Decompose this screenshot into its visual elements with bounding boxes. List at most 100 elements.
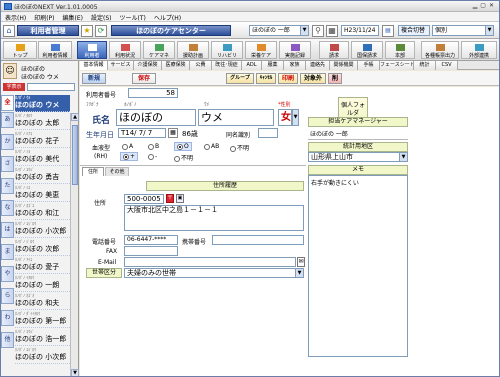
rh-option-unknown[interactable]: 不明	[174, 153, 193, 162]
nav-user-info-button[interactable]: 利用者情報	[38, 41, 72, 59]
nav-billing-button[interactable]: 請求	[319, 41, 349, 59]
menu-edit[interactable]: 編集(E)	[59, 12, 87, 22]
kana-tab-ya[interactable]: や	[1, 266, 14, 282]
refresh-icon[interactable]: ⟳	[95, 25, 107, 37]
zip-code-field[interactable]: 500-0005	[124, 194, 164, 204]
kana-tab-a[interactable]: あ	[1, 112, 14, 128]
tab-address[interactable]: 住所	[82, 167, 104, 176]
kana-tab-wa[interactable]: わ	[1, 310, 14, 326]
window-controls[interactable]: ▁▢✕	[473, 2, 497, 9]
kana-tab-ha[interactable]: は	[1, 222, 14, 238]
address-history-button[interactable]: 住所履歴	[146, 181, 304, 191]
user-number-field[interactable]: 58	[128, 88, 178, 98]
kana-tab-ma[interactable]: ま	[1, 244, 14, 260]
cancel-button[interactable]: ｷｬﾝｾﾙ	[256, 73, 276, 84]
tab-medical-insurance[interactable]: 医療保険	[162, 61, 190, 70]
given-name-field[interactable]: ウメ	[198, 109, 274, 126]
delete-button[interactable]: 削	[328, 73, 342, 84]
calendar-icon[interactable]: ▦	[326, 25, 338, 37]
nav-record-button[interactable]: 実施記録	[279, 41, 311, 59]
resident-row[interactable]: ﾎﾉﾎﾞﾉ ｺｼﾞﾛｳ ほのぼの 小次郎	[15, 221, 70, 238]
kana-tab-ra[interactable]: ら	[1, 288, 14, 304]
tab-adl[interactable]: ADL	[242, 61, 262, 70]
kana-tab-sa[interactable]: さ	[1, 156, 14, 172]
tab-service[interactable]: サービス	[108, 61, 134, 70]
tab-basic-info[interactable]: 基本情報	[80, 61, 108, 70]
same-name-field[interactable]	[258, 128, 278, 138]
tab-public-expense[interactable]: 公費	[190, 61, 212, 70]
resident-row[interactable]: ﾎﾉﾎﾞﾉ ｲﾁﾛｳ ほのぼの 一朗	[15, 275, 70, 292]
tab-handbook[interactable]: 手帳	[358, 61, 380, 70]
resident-row[interactable]: ﾎﾉﾎﾞﾉ ﾕｳｼﾞ ほのぼの 勇吉	[15, 167, 70, 184]
resident-row[interactable]: ﾎﾉﾎﾞﾉ ﾐﾖ ほのぼの 美代	[15, 149, 70, 166]
blood-option-ab[interactable]: AB	[204, 143, 219, 150]
scroll-down-icon[interactable]: ▼	[71, 369, 79, 376]
blood-option-unknown[interactable]: 不明	[230, 143, 249, 152]
zip-search-icon[interactable]: 〒	[166, 194, 174, 203]
menu-help[interactable]: ヘルプ(H)	[150, 12, 185, 22]
nav-rehab-button[interactable]: リハビリ	[211, 41, 243, 59]
mail-icon[interactable]: ✉	[297, 257, 305, 267]
star-icon[interactable]: ★	[81, 25, 93, 37]
menu-tools[interactable]: ツール(T)	[116, 12, 150, 22]
nav-top-button[interactable]: トップ	[3, 41, 37, 59]
group-button[interactable]: グループ	[226, 73, 254, 84]
rh-option-minus[interactable]: -	[148, 153, 157, 160]
tab-csv[interactable]: CSV	[436, 61, 458, 70]
kana-tab-ka[interactable]: か	[1, 134, 14, 150]
resident-search-input[interactable]	[27, 83, 75, 91]
save-button[interactable]: 保存	[132, 73, 156, 84]
tab-related-org[interactable]: 関係機関	[330, 61, 358, 70]
nav-national-billing-button[interactable]: 国保請求	[351, 41, 383, 59]
resident-row[interactable]: ﾎﾉﾎﾞﾉ ｶｽﾞｵ ほのぼの 和夫	[15, 293, 70, 310]
resident-row[interactable]: ﾎﾉﾎﾞﾉ ｶｽﾞｴ ほのぼの 和江	[15, 203, 70, 220]
fax-field[interactable]	[124, 246, 178, 256]
resident-row[interactable]: ﾎﾉﾎﾞﾉ ﾀﾞｲｲﾁﾛｳ ほのぼの 第一郎	[15, 311, 70, 328]
nav-headquarters-button[interactable]: 本部	[385, 41, 415, 59]
tab-care-insurance[interactable]: 介護保険	[134, 61, 162, 70]
mobile-field[interactable]	[212, 235, 304, 245]
region-select[interactable]: 山形県上山市 ▼	[308, 152, 408, 162]
email-field[interactable]	[124, 257, 296, 267]
nav-external-button[interactable]: 外部連携	[461, 41, 497, 59]
display-badge[interactable]: 字表示	[3, 83, 25, 91]
home-icon[interactable]: ⌂	[3, 25, 15, 37]
blood-option-o[interactable]: O	[174, 142, 192, 151]
staff-select[interactable]: ほのぼの 一郎 ▼	[249, 25, 309, 36]
kana-tab-all[interactable]: 全	[1, 95, 14, 111]
date-field[interactable]: H23/11/24	[341, 25, 379, 36]
scroll-up-icon[interactable]: ▲	[71, 113, 79, 121]
nav-usage-button[interactable]: 利用状況	[109, 41, 141, 59]
household-select[interactable]: 夫婦のみの世帯 ▼	[124, 268, 304, 278]
kana-tab-other[interactable]: 他	[1, 332, 14, 348]
map-icon[interactable]: ▣	[176, 194, 184, 203]
kana-tab-ta[interactable]: た	[1, 178, 14, 194]
date-picker-icon[interactable]: ▤	[382, 25, 394, 37]
nav-caremanager-button[interactable]: ケアマネ	[143, 41, 175, 59]
birth-date-field[interactable]: T14/ 7/ 7	[118, 128, 166, 138]
resident-list-scrollbar[interactable]: ▲ ▼	[70, 113, 79, 376]
tab-medical-history[interactable]: 既往･現症	[212, 61, 242, 70]
blood-option-a[interactable]: A	[122, 143, 133, 150]
tab-family[interactable]: 家族	[284, 61, 306, 70]
mode-switch-label[interactable]: 複合切替	[398, 25, 430, 36]
menu-print[interactable]: 印刷(P)	[30, 12, 58, 22]
resident-row[interactable]: ﾎﾉﾎﾞﾉ ｱｲｺ ほのぼの 愛子	[15, 257, 70, 274]
resident-row[interactable]: ﾎﾉﾎﾞﾉ ﾀﾛｳ ほのぼの 太郎	[15, 113, 70, 130]
resident-row[interactable]: ﾎﾉﾎﾞﾉ ﾐｴ ほのぼの 美恵	[15, 185, 70, 202]
resident-row[interactable]: ﾎﾉﾎﾞﾉ ﾊﾅｺ ほのぼの 花子	[15, 131, 70, 148]
gender-dropdown-icon[interactable]: ▼	[292, 109, 299, 126]
tab-contacts[interactable]: 連絡先	[306, 61, 330, 70]
new-button[interactable]: 新規	[82, 73, 106, 84]
nav-care-plan-button[interactable]: 援助計画	[177, 41, 209, 59]
nav-user-button[interactable]: 利用者	[77, 41, 107, 59]
menu-settings[interactable]: 設定(S)	[87, 12, 116, 22]
resident-row[interactable]: ﾎﾉﾎﾞﾉ ｺｼﾞﾛｳ ほのぼの 小次郎	[15, 347, 70, 364]
staff-search-icon[interactable]: ⚲	[312, 25, 324, 37]
surname-field[interactable]: ほのぼの	[116, 109, 196, 126]
rh-option-plus[interactable]: +	[120, 152, 139, 161]
tab-statistics[interactable]: 統計	[414, 61, 436, 70]
print-button[interactable]: 印刷	[278, 73, 298, 84]
resident-row[interactable]: ﾎﾉﾎﾞﾉ ｺｳｼﾞ ほのぼの 浩一郎	[15, 329, 70, 346]
address-textarea[interactable]: 大阪市北区中之島１－１－１	[124, 205, 304, 231]
